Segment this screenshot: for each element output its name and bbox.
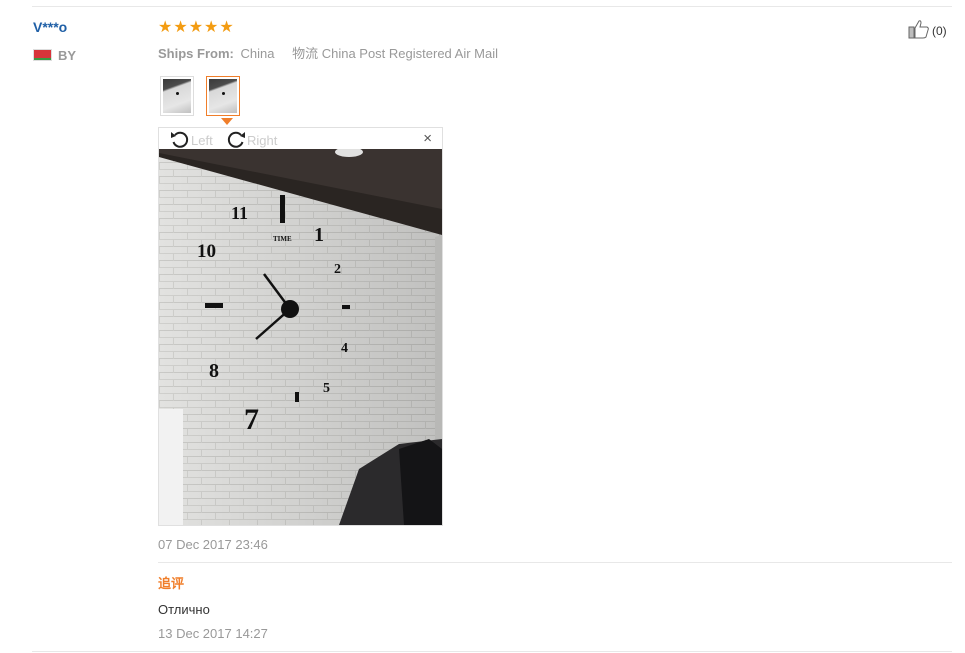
clock-number-1: 1	[314, 224, 324, 246]
logistics-value: China Post Registered Air Mail	[321, 46, 499, 61]
helpful-count: (0)	[932, 24, 947, 38]
review-image-thumbnail[interactable]	[160, 76, 194, 116]
image-viewer: Left Right × 11 TIME 1 2 10 4 8 5 7	[158, 127, 443, 526]
clock-number-10: 10	[197, 241, 216, 262]
reviewer-name[interactable]: V***o	[33, 19, 67, 35]
thumbs-up-icon[interactable]	[908, 19, 930, 44]
logistics-label: 物流	[292, 46, 319, 61]
star-icon: ★	[173, 19, 188, 36]
clock-number-4: 4	[341, 341, 348, 356]
clock-number-7: 7	[244, 403, 259, 436]
top-divider	[32, 6, 952, 7]
ships-from-label: Ships From:	[158, 46, 234, 61]
additional-review-divider	[158, 562, 952, 563]
additional-review-label: 追评	[158, 576, 185, 591]
star-rating: ★★★★★	[158, 19, 235, 37]
review-image-thumbnail-active[interactable]	[206, 76, 240, 116]
shipping-info: Ships From: China 物流 China Post Register…	[158, 43, 498, 62]
additional-review-text: Отлично	[158, 602, 210, 617]
active-thumbnail-caret	[221, 118, 233, 125]
country-flag-icon	[33, 49, 52, 61]
clock-number-2: 2	[334, 262, 341, 277]
additional-review-date: 13 Dec 2017 14:27	[158, 626, 268, 641]
rotate-left-label: Left	[191, 133, 213, 148]
ships-from-value: China	[240, 46, 275, 61]
star-icon: ★	[219, 19, 234, 36]
clock-number-5: 5	[323, 381, 330, 396]
image-viewer-toolbar: Left Right ×	[159, 128, 442, 149]
close-viewer-button[interactable]: ×	[423, 130, 432, 148]
star-icon: ★	[188, 19, 204, 36]
reviewer-country: BY	[58, 48, 77, 63]
review-date: 07 Dec 2017 23:46	[158, 537, 268, 552]
clock-number-11: 11	[231, 203, 248, 223]
star-icon: ★	[204, 19, 219, 36]
svg-text:TIME: TIME	[273, 235, 292, 243]
rotate-right-label: Right	[247, 133, 278, 148]
bottom-divider	[32, 651, 952, 652]
review-photo: 11 TIME 1 2 10 4 8 5 7	[159, 149, 442, 525]
helpful-button[interactable]: (0)	[908, 19, 947, 44]
star-icon: ★	[158, 19, 173, 36]
clock-number-8: 8	[209, 360, 219, 382]
